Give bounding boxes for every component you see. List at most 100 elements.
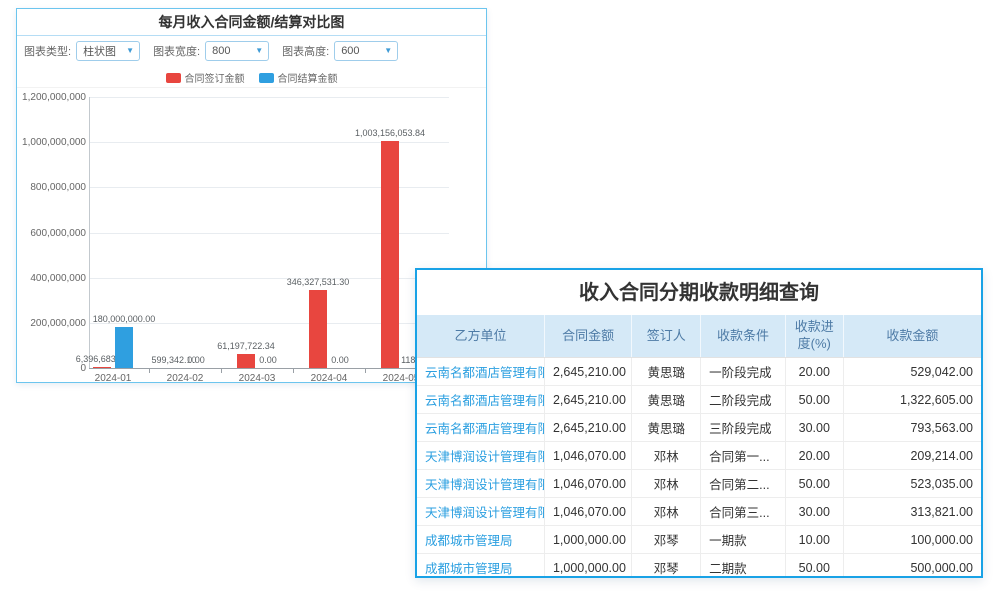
table-cell: 1,046,070.00 [544,442,631,470]
column-header: 乙方单位 [417,315,544,358]
x-axis-category-label: 2024-01 [95,373,132,383]
x-axis-tick [293,369,294,373]
table-cell: 合同第三... [701,498,786,526]
table-cell: 793,563.00 [843,414,981,442]
table-cell: 50.00 [785,554,843,579]
column-header: 收款条件 [701,315,786,358]
table-cell: 100,000.00 [843,526,981,554]
company-link[interactable]: 天津博润设计管理有限公 [417,442,544,470]
company-link[interactable]: 天津博润设计管理有限公 [417,498,544,526]
bar-signed [237,354,255,368]
bar-value-label: 0.00 [259,355,277,365]
legend-label: 合同结算金额 [278,70,338,85]
table-cell: 二期款 [701,554,786,579]
chart-height-label: 图表高度: [282,43,329,59]
table-cell: 邓林 [632,470,701,498]
chart-type-label: 图表类型: [24,43,71,59]
table-cell: 500,000.00 [843,554,981,579]
bar-settled [115,327,133,368]
chart-type-value: 柱状图 [83,43,116,59]
table-cell: 50.00 [785,386,843,414]
table-cell: 黄思璐 [632,414,701,442]
table-window: 收入合同分期收款明细查询 乙方单位合同金额签订人收款条件收款进度(%)收款金额 … [415,268,983,578]
installment-table: 乙方单位合同金额签订人收款条件收款进度(%)收款金额 云南名都酒店管理有限公2,… [417,315,981,578]
table-cell: 邓林 [632,442,701,470]
table-cell: 50.00 [785,470,843,498]
y-axis-tick-label: 200,000,000 [17,318,86,329]
company-link[interactable]: 云南名都酒店管理有限公 [417,358,544,386]
table-cell: 523,035.00 [843,470,981,498]
y-axis-tick-label: 1,200,000,000 [17,92,86,103]
x-axis-tick [149,369,150,373]
x-axis-category-label: 2024-03 [239,373,276,383]
chart-type-select[interactable]: 柱状图▼ [76,41,140,61]
table-cell: 一阶段完成 [701,358,786,386]
chart-width-value: 800 [212,45,230,57]
column-header: 签订人 [632,315,701,358]
legend-item[interactable]: 合同结算金额 [259,70,338,85]
table-cell: 邓琴 [632,526,701,554]
table-cell: 二阶段完成 [701,386,786,414]
table-cell: 20.00 [785,442,843,470]
table-cell: 合同第二... [701,470,786,498]
column-header: 合同金额 [544,315,631,358]
company-link[interactable]: 天津博润设计管理有限公 [417,470,544,498]
x-axis-category-label: 2024-04 [311,373,348,383]
bar-signed [381,141,399,368]
bar-value-label: 346,327,531.30 [287,277,350,287]
chart-height-value: 600 [341,45,359,57]
table-cell: 合同第一... [701,442,786,470]
table-cell: 209,214.00 [843,442,981,470]
table-row: 成都城市管理局1,000,000.00邓琴一期款10.00100,000.00 [417,526,981,554]
table-header-row: 乙方单位合同金额签订人收款条件收款进度(%)收款金额 [417,315,981,358]
bar-value-label: 0.00 [331,355,349,365]
table-row: 云南名都酒店管理有限公2,645,210.00黄思璐二阶段完成50.001,32… [417,386,981,414]
table-row: 成都城市管理局1,000,000.00邓琴二期款50.00500,000.00 [417,554,981,579]
x-axis-line [89,368,449,369]
table-cell: 20.00 [785,358,843,386]
bar-value-label: 0.00 [187,355,205,365]
table-cell: 529,042.00 [843,358,981,386]
x-axis-tick [221,369,222,373]
company-link[interactable]: 云南名都酒店管理有限公 [417,386,544,414]
table-row: 天津博润设计管理有限公1,046,070.00邓林合同第三...30.00313… [417,498,981,526]
y-axis-line [89,97,90,368]
chart-controls: 图表类型: 柱状图▼ 图表宽度: 800 ▼ 图表高度: 600▼ [17,36,486,66]
bar-value-label: 61,197,722.34 [217,341,275,351]
table-cell: 1,046,070.00 [544,498,631,526]
table-cell: 2,645,210.00 [544,358,631,386]
table-row: 云南名都酒店管理有限公2,645,210.00黄思璐一阶段完成20.00529,… [417,358,981,386]
table-row: 云南名都酒店管理有限公2,645,210.00黄思璐三阶段完成30.00793,… [417,414,981,442]
table-cell: 三阶段完成 [701,414,786,442]
y-axis-tick-label: 0 [17,363,86,374]
company-link[interactable]: 云南名都酒店管理有限公 [417,414,544,442]
chart-width-select[interactable]: 800 ▼ [205,41,269,61]
company-link[interactable]: 成都城市管理局 [417,526,544,554]
table-cell: 1,000,000.00 [544,526,631,554]
chart-separator [17,87,486,88]
table-cell: 黄思璐 [632,358,701,386]
table-cell: 30.00 [785,414,843,442]
table-row: 天津博润设计管理有限公1,046,070.00邓林合同第一...20.00209… [417,442,981,470]
column-header: 收款金额 [843,315,981,358]
bar-value-label: 1,003,156,053.84 [355,128,425,138]
table-cell: 邓林 [632,498,701,526]
chart-legend: 合同签订金额 合同结算金额 [17,70,486,85]
bar-value-label: 180,000,000.00 [93,314,156,324]
chevron-down-icon: ▼ [255,47,263,55]
y-gridline [89,97,449,98]
y-axis-tick-label: 1,000,000,000 [17,137,86,148]
table-cell: 1,046,070.00 [544,470,631,498]
x-axis-category-label: 2024-05 [383,373,420,383]
y-axis-tick-label: 600,000,000 [17,228,86,239]
chart-width-label: 图表宽度: [153,43,200,59]
table-cell: 邓琴 [632,554,701,579]
chart-window-title: 每月收入合同金额/结算对比图 [17,9,486,36]
x-axis-category-label: 2024-02 [167,373,204,383]
table-cell: 2,645,210.00 [544,414,631,442]
chart-height-select[interactable]: 600▼ [334,41,398,61]
table-row: 天津博润设计管理有限公1,046,070.00邓林合同第二...50.00523… [417,470,981,498]
legend-item[interactable]: 合同签订金额 [166,70,245,85]
company-link[interactable]: 成都城市管理局 [417,554,544,579]
y-axis-tick-label: 800,000,000 [17,182,86,193]
